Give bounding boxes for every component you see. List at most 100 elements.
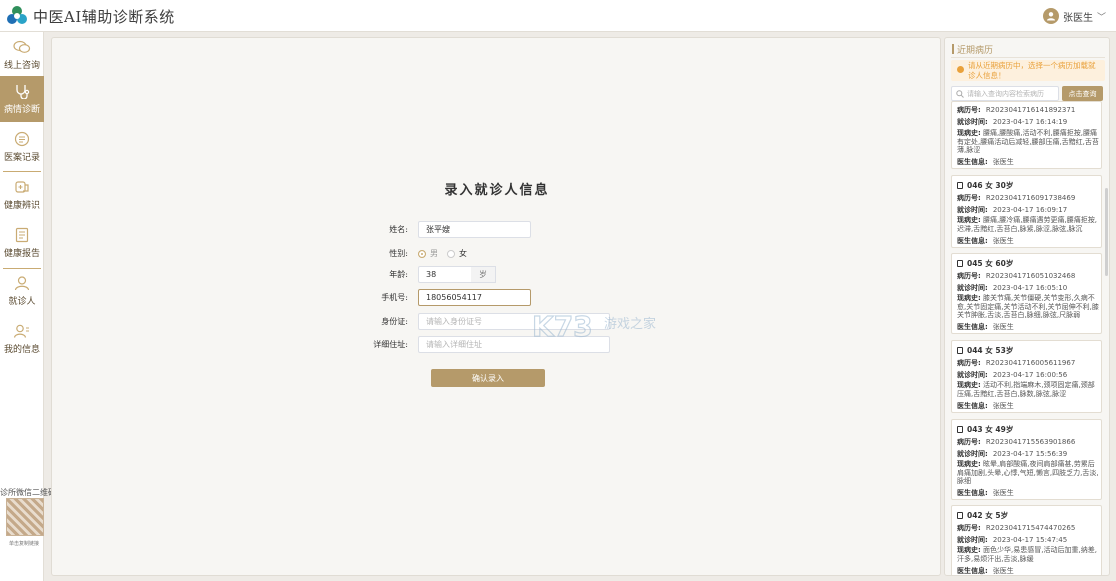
chevron-down-icon: ﹀ xyxy=(1096,12,1106,23)
history-label: 现病史: xyxy=(957,129,981,137)
sidebar-item-diagnosis[interactable]: 病情诊断 xyxy=(0,76,44,122)
gender-female-radio[interactable]: 女 xyxy=(447,248,467,259)
record-header: 044 女 53岁 xyxy=(967,346,1014,355)
visit-time: 2023-04-17 16:05:10 xyxy=(992,284,1068,292)
doctor-name: 张医生 xyxy=(992,402,1014,410)
name-label: 姓名: xyxy=(389,224,408,234)
divider xyxy=(951,57,1105,58)
record-no-label: 病历号: xyxy=(957,524,981,532)
gender-label: 性别: xyxy=(389,248,408,258)
recent-records-title: 近期病历 xyxy=(957,46,994,56)
doctor-label: 医生信息: xyxy=(957,489,988,497)
document-icon xyxy=(957,347,963,354)
history-label: 现病史: xyxy=(957,216,981,224)
app-title: 中医AI辅助诊断系统 xyxy=(33,8,175,26)
search-icon xyxy=(956,89,964,98)
form-title: 录入就诊人信息 xyxy=(444,183,550,198)
document-icon xyxy=(957,260,963,267)
radio-unchecked-icon xyxy=(447,249,455,258)
warning-icon xyxy=(957,66,964,73)
record-no: R20230417160510324​68 xyxy=(985,272,1076,280)
visit-time-label: 就诊时间: xyxy=(957,450,988,458)
visit-time: 2023-04-17 16:00:56 xyxy=(992,371,1068,379)
document-icon xyxy=(957,512,963,519)
record-icon xyxy=(14,131,30,147)
gender-female-label: 女 xyxy=(459,249,467,258)
name-input[interactable]: 张平嫂 xyxy=(418,220,531,238)
visit-time: 2023-04-17 16:09:17 xyxy=(992,206,1068,214)
visit-time: 2023-04-17 16:14:19 xyxy=(992,118,1068,126)
record-no-label: 病历号: xyxy=(957,359,981,367)
qr-caption[interactable]: 单击复制链接 xyxy=(9,540,39,547)
age-input[interactable]: 38 xyxy=(418,265,472,283)
doctor-label: 医生信息: xyxy=(957,237,988,245)
svg-text:K73: K73 xyxy=(532,310,593,343)
visit-time-label: 就诊时间: xyxy=(957,371,988,379)
qr-code-image[interactable] xyxy=(6,498,44,536)
doctor-name: 张医生 xyxy=(992,323,1014,331)
history-label: 现病史: xyxy=(957,546,981,554)
sidebar-item-label: 就诊人 xyxy=(8,297,36,307)
record-card[interactable]: 045 女 60岁 病历号: R20230417160510324​68 就诊时间… xyxy=(951,253,1102,334)
doctor-label: 医生信息: xyxy=(957,323,988,331)
visit-time-label: 就诊时间: xyxy=(957,206,988,214)
record-no: R20230417155639018​66 xyxy=(985,438,1076,446)
user-menu[interactable]: 张医生 ﹀ xyxy=(1042,6,1106,26)
health-icon xyxy=(15,181,29,193)
age-label: 年龄: xyxy=(389,269,408,279)
patient-icon xyxy=(14,276,30,291)
doctor-label: 医生信息: xyxy=(957,567,988,575)
doctor-label: 医生信息: xyxy=(957,402,988,410)
sidebar-item-label: 我的信息 xyxy=(3,345,40,355)
doctor-label: 医生信息: xyxy=(957,158,988,166)
scrollbar[interactable] xyxy=(1105,188,1108,276)
age-unit: 岁 xyxy=(471,265,496,283)
user-avatar-icon xyxy=(1042,8,1059,24)
record-card[interactable]: 病历号: R20230417161418923​71 就诊时间: 2023-04-1… xyxy=(951,101,1102,169)
notice-banner: 请从近期病历中，选择一个病历加载就诊人信息！ xyxy=(951,60,1105,81)
gender-male-label: 男 xyxy=(430,249,438,258)
id-label: 身份证: xyxy=(381,316,408,326)
visit-time-label: 就诊时间: xyxy=(957,536,988,544)
top-bar: 中医AI辅助诊断系统 张医生 ﹀ xyxy=(0,0,1116,32)
diagnosis-icon xyxy=(16,85,30,99)
record-no: R20230417160917384​69 xyxy=(985,194,1076,202)
report-icon xyxy=(15,227,29,243)
record-no-label: 病历号: xyxy=(957,194,981,202)
doctor-name: 张医生 xyxy=(992,567,1014,575)
phone-input[interactable]: 18056054117 xyxy=(418,288,531,306)
doctor-name: 张医生 xyxy=(992,237,1014,245)
address-label: 详细住址: xyxy=(373,339,408,349)
patient-entry-panel: 录入就诊人信息 姓名: 张平嫂 性别: 男 女 年龄: 38 岁 手机号: 18… xyxy=(51,37,941,576)
confirm-entry-button[interactable]: 确认录入 xyxy=(431,369,545,387)
record-no-label: 病历号: xyxy=(957,272,981,280)
svg-text:游戏之家: 游戏之家 xyxy=(604,316,656,332)
sidebar-item-online-consult[interactable]: 线上咨询 xyxy=(0,32,44,78)
gender-male-radio[interactable]: 男 xyxy=(418,248,438,259)
visit-time-label: 就诊时间: xyxy=(957,118,988,126)
visit-time: 2023-04-17 15:47:45 xyxy=(992,536,1068,544)
record-no: R20230417161418923​71 xyxy=(985,106,1076,114)
visit-time-label: 就诊时间: xyxy=(957,284,988,292)
record-search-input[interactable]: 请输入查询内容检索病历 xyxy=(951,86,1059,101)
sidebar-item-case-records[interactable]: 医案记录 xyxy=(0,124,44,170)
record-no-label: 病历号: xyxy=(957,438,981,446)
user-name: 张医生 xyxy=(1062,12,1093,24)
radio-checked-icon xyxy=(418,249,426,258)
search-button[interactable]: 点击查询 xyxy=(1062,86,1103,101)
sidebar-item-patients[interactable]: 就诊人 xyxy=(0,268,44,314)
sidebar-item-health-identify[interactable]: 健康辨识 xyxy=(0,172,44,218)
sidebar-item-my-info[interactable]: 我的信息 xyxy=(0,316,44,362)
title-accent xyxy=(952,44,954,54)
visit-time: 2023-04-17 15:56:39 xyxy=(992,450,1068,458)
record-card[interactable]: 046 女 30岁 病历号: R20230417160917384​69 就诊时间… xyxy=(951,175,1102,248)
record-card[interactable]: 043 女 49岁 病历号: R20230417155639018​66 就诊时间… xyxy=(951,419,1102,500)
record-card[interactable]: 044 女 53岁 病历号: R20230417160056119​67 就诊时间… xyxy=(951,340,1102,413)
record-header: 045 女 60岁 xyxy=(967,259,1014,268)
document-icon xyxy=(957,426,963,433)
history-label: 现病史: xyxy=(957,460,981,468)
sidebar-item-label: 病情诊断 xyxy=(3,105,40,115)
record-card[interactable]: 042 女 5岁 病历号: R20230417154744702​65 就诊时间:… xyxy=(951,505,1102,575)
sidebar-item-health-report[interactable]: 健康报告 xyxy=(0,220,44,266)
record-no: R20230417160056119​67 xyxy=(985,359,1076,367)
